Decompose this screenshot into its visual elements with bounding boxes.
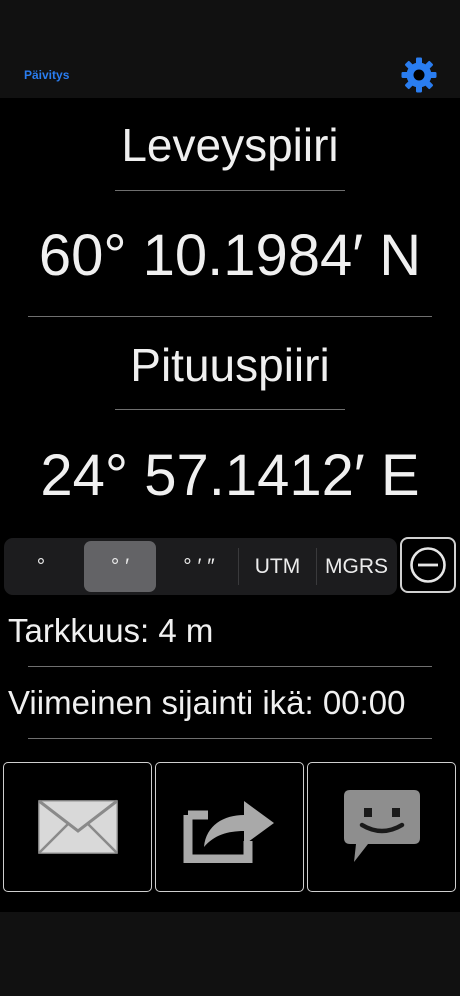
message-button[interactable] [307,762,456,892]
bottom-bar [0,912,460,996]
info-divider [28,738,432,739]
top-bar [0,0,460,98]
latitude-value: 60° 10.1984′ N [38,223,422,288]
email-button[interactable] [3,762,152,892]
longitude-value: 24° 57.1412′ E [40,443,420,508]
format-degrees-minutes-option[interactable]: ° ′ [84,541,156,592]
format-degrees-minutes-seconds-option[interactable]: ° ′ ″ [160,538,238,595]
section-divider [28,316,432,317]
format-utm-option[interactable]: UTM [239,538,316,595]
longitude-title-divider [115,409,345,410]
message-bubble-icon [343,790,420,862]
longitude-title: Pituuspiiri [130,339,330,391]
share-icon [183,801,274,863]
accuracy-text: Tarkkuus: 4 m [8,612,214,649]
envelope-icon [37,799,118,854]
refresh-button[interactable]: Päivitys [24,68,69,82]
remove-button[interactable] [400,537,456,593]
format-mgrs-option[interactable]: MGRS [317,538,396,595]
latitude-title-divider [115,190,345,191]
info-divider [28,666,432,667]
last-location-age-text: Viimeinen sijainti ikä: 00:00 [8,684,406,721]
gear-icon[interactable] [401,57,437,93]
format-degrees-option[interactable]: ° [8,538,74,595]
share-button[interactable] [155,762,304,892]
latitude-title: Leveyspiiri [121,119,339,171]
minus-circle-icon [410,547,446,583]
